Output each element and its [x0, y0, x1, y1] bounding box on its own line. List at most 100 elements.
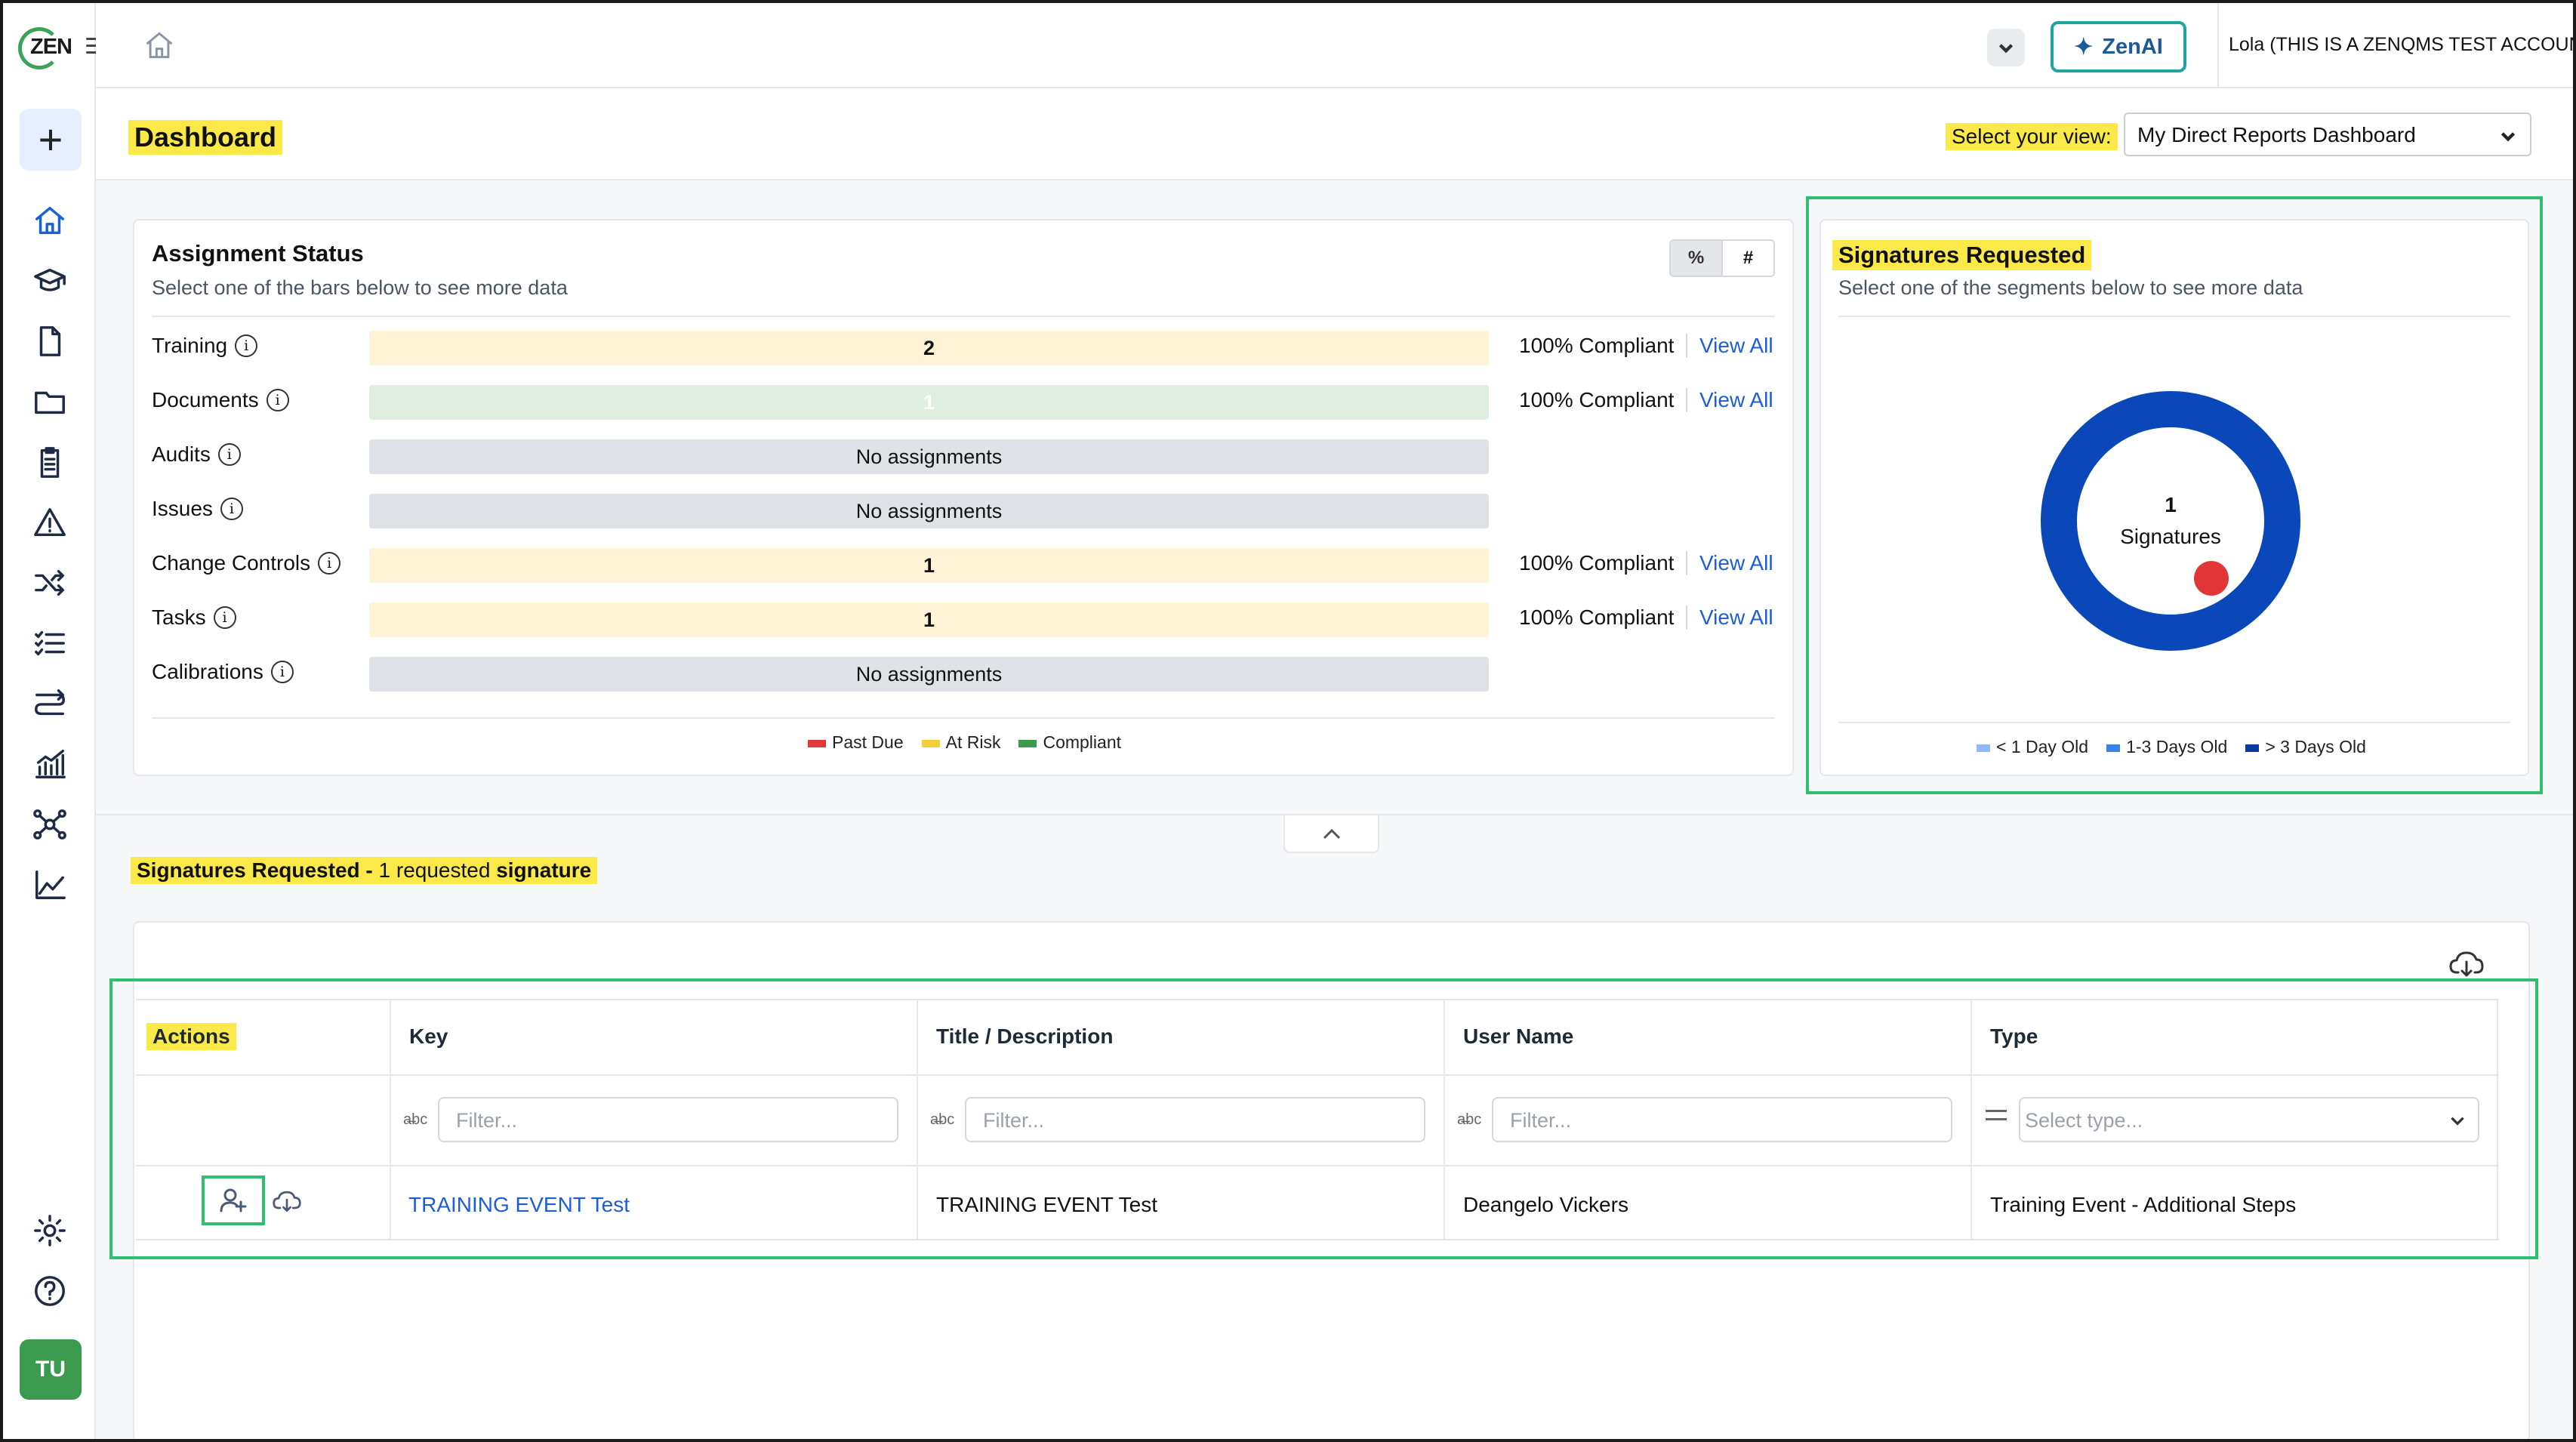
- equals-filter-icon: [1986, 1110, 2007, 1120]
- key-filter-input[interactable]: Filter...: [438, 1097, 898, 1142]
- add-user-icon: [220, 1188, 247, 1212]
- shuffle-icon[interactable]: [30, 563, 69, 602]
- user-filter-input[interactable]: Filter...: [1492, 1097, 1952, 1142]
- info-icon[interactable]: i: [213, 606, 236, 629]
- page-title: Dashboard: [128, 120, 283, 155]
- divider: [152, 316, 1775, 317]
- row-download-icon[interactable]: [272, 1185, 305, 1219]
- info-icon[interactable]: i: [270, 661, 294, 683]
- assignment-bar[interactable]: 1: [369, 548, 1489, 583]
- settings-gear-icon[interactable]: [30, 1211, 69, 1250]
- create-new-button[interactable]: +: [20, 109, 82, 171]
- table-divider: [136, 1165, 2499, 1166]
- cursor-indicator: [2194, 561, 2229, 596]
- row-key-link[interactable]: TRAINING EVENT Test: [408, 1193, 630, 1217]
- page-header: Dashboard Select your view: My Direct Re…: [96, 88, 2573, 180]
- legend-under-1-day: < 1 Day Old: [1977, 737, 2088, 757]
- signatures-card-title: Signatures Requested: [1832, 240, 2092, 270]
- chevron-down-icon: [1998, 44, 2014, 54]
- warning-icon[interactable]: [30, 503, 69, 542]
- assign-user-button[interactable]: [202, 1175, 265, 1225]
- table-divider: [136, 1239, 2499, 1240]
- view-select-label: Select your view:: [1946, 123, 2118, 150]
- type-filter-select[interactable]: Select type...: [2019, 1097, 2479, 1142]
- row-title: TRAINING EVENT Test: [936, 1193, 1158, 1216]
- title-filter-input[interactable]: Filter...: [965, 1097, 1425, 1142]
- column-header-type[interactable]: Type: [1972, 999, 2038, 1074]
- donut-center-value: 1: [2165, 493, 2177, 516]
- donut-center: 1 Signatures: [2038, 389, 2303, 653]
- clipboard-icon[interactable]: [30, 442, 69, 482]
- percent-toggle[interactable]: %: [1671, 241, 1721, 276]
- assignment-status-subtitle: Select one of the bars below to see more…: [152, 276, 568, 299]
- signatures-donut-chart[interactable]: 1 Signatures: [2038, 389, 2303, 653]
- view-all-link[interactable]: View All: [1686, 388, 1773, 412]
- assignment-row-label: Tasks i: [152, 605, 236, 630]
- analytics-icon[interactable]: [30, 744, 69, 784]
- divider: [1838, 316, 2510, 317]
- assignment-bar[interactable]: 1: [369, 385, 1489, 420]
- assignment-row-label: Audits i: [152, 442, 241, 467]
- zen-logo[interactable]: ZEN: [18, 27, 77, 69]
- info-icon[interactable]: i: [318, 552, 341, 575]
- column-header-title[interactable]: Title / Description: [918, 999, 1113, 1074]
- divider: [1838, 722, 2510, 723]
- info-icon[interactable]: i: [220, 498, 243, 520]
- checklist-icon[interactable]: [30, 624, 69, 663]
- zenai-label: ZenAI: [2102, 34, 2163, 59]
- cloud-download-icon[interactable]: [2448, 944, 2487, 983]
- text-filter-icon: a̶bc: [403, 1111, 428, 1128]
- assignment-bar[interactable]: No assignments: [369, 439, 1489, 474]
- document-icon[interactable]: [30, 322, 69, 361]
- signatures-card-subtitle: Select one of the segments below to see …: [1838, 276, 2303, 299]
- signatures-section-title: Signatures Requested - 1 requested signa…: [131, 857, 598, 884]
- training-cap-icon[interactable]: [30, 261, 69, 300]
- assignment-bar[interactable]: No assignments: [369, 657, 1489, 692]
- legend-1-3-days: 1-3 Days Old: [2106, 737, 2227, 757]
- topbar-dropdown-button[interactable]: [1987, 29, 2025, 66]
- view-all-link[interactable]: View All: [1686, 334, 1773, 358]
- chevron-down-icon: [2451, 1117, 2464, 1126]
- assignment-row-label: Calibrations i: [152, 660, 294, 684]
- row-type: Training Event - Additional Steps: [1990, 1193, 2297, 1216]
- view-all-link[interactable]: View All: [1686, 605, 1773, 630]
- collapse-toggle[interactable]: [1283, 815, 1379, 853]
- info-icon[interactable]: i: [266, 389, 289, 411]
- info-icon[interactable]: i: [217, 443, 241, 466]
- legend-past-due: Past Due: [808, 732, 904, 753]
- legend-compliant: Compliant: [1018, 732, 1121, 753]
- network-icon[interactable]: [30, 805, 69, 844]
- home-icon[interactable]: [30, 201, 69, 240]
- assignment-row-label: Training i: [152, 334, 258, 358]
- assignment-bar[interactable]: 1: [369, 602, 1489, 637]
- percent-count-toggle[interactable]: % #: [1669, 239, 1775, 277]
- legend-at-risk: At Risk: [921, 732, 1000, 753]
- table-divider: [136, 999, 2499, 1000]
- assignment-status-title: Assignment Status: [152, 240, 364, 267]
- dashboard-view-select[interactable]: My Direct Reports Dashboard: [2124, 112, 2531, 156]
- help-icon[interactable]: [30, 1271, 69, 1311]
- compliance-text: 100% Compliant: [1519, 388, 1675, 411]
- divider: [152, 717, 1775, 719]
- view-select-value: My Direct Reports Dashboard: [2137, 123, 2416, 146]
- home-breadcrumb-icon[interactable]: [143, 29, 176, 62]
- line-chart-icon[interactable]: [30, 865, 69, 904]
- zenai-button[interactable]: ✦ ZenAI: [2051, 21, 2186, 72]
- donut-center-label: Signatures: [2120, 525, 2221, 548]
- info-icon[interactable]: i: [235, 334, 258, 357]
- user-name[interactable]: Lola (THIS IS A ZENQMS TEST ACCOUNT): [2229, 34, 2576, 56]
- compliance-text: 100% Compliant: [1519, 605, 1675, 629]
- assignment-bar[interactable]: 2: [369, 331, 1489, 365]
- workflow-icon[interactable]: [30, 684, 69, 723]
- table-divider: [136, 1074, 2499, 1076]
- view-all-link[interactable]: View All: [1686, 551, 1773, 575]
- text-filter-icon: a̶bc: [930, 1111, 955, 1128]
- chevron-up-icon: [1323, 828, 1340, 840]
- user-avatar[interactable]: TU: [20, 1339, 82, 1400]
- assignment-bar[interactable]: No assignments: [369, 494, 1489, 528]
- folder-icon[interactable]: [30, 382, 69, 421]
- column-header-key[interactable]: Key: [391, 999, 448, 1074]
- column-header-user[interactable]: User Name: [1445, 999, 1573, 1074]
- count-toggle[interactable]: #: [1721, 241, 1773, 276]
- column-header-actions[interactable]: Actions: [128, 999, 236, 1074]
